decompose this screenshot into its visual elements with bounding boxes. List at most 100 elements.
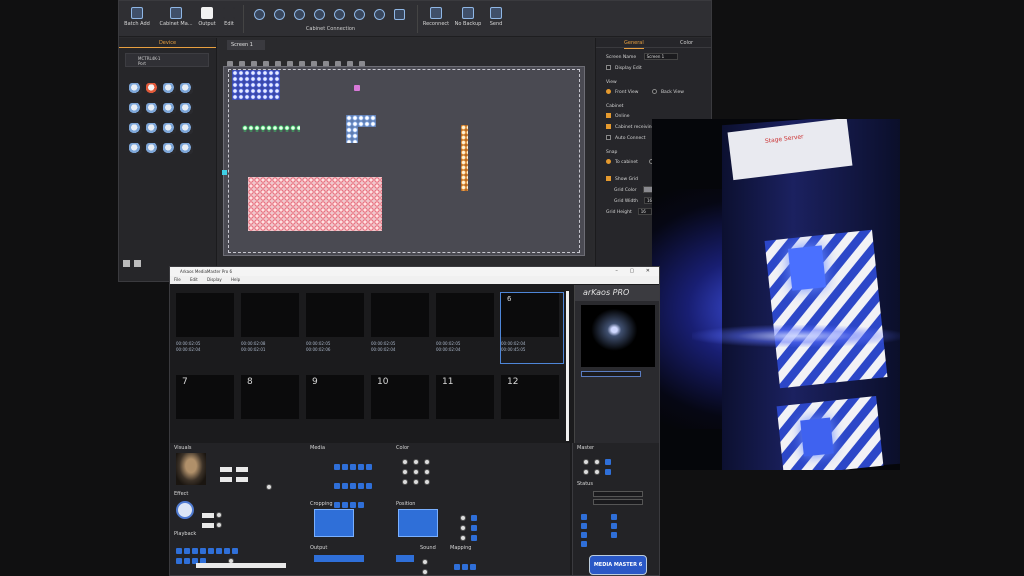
cabinet-manage-button[interactable]: Cabinet Ma...	[159, 7, 193, 33]
menu-display[interactable]: Display	[207, 277, 222, 282]
connect-mode-1-icon[interactable]	[254, 9, 265, 20]
connect-mode-4-icon[interactable]	[314, 9, 325, 20]
position-preview[interactable]	[398, 509, 438, 537]
clip-slot-empty[interactable]: 7	[176, 367, 238, 437]
output-toggle[interactable]	[396, 555, 414, 562]
clip-slot[interactable]: 00:00:02:05 00:00:02:04	[436, 293, 498, 363]
cabinet-icon[interactable]	[180, 143, 193, 154]
add-icon[interactable]	[123, 260, 130, 267]
delete-icon[interactable]	[134, 260, 141, 267]
cabinet-connection-group: Cabinet Connection	[243, 5, 418, 33]
cabinet-icon[interactable]	[163, 143, 176, 154]
connect-undo-icon[interactable]	[394, 9, 405, 20]
effect-icon[interactable]	[176, 501, 194, 519]
device-tree-item[interactable]: MCTRL4K-1 Port	[125, 53, 209, 67]
clip-slot-empty[interactable]: 8	[241, 367, 303, 437]
tab-color[interactable]: Color	[680, 38, 693, 48]
online-checkbox[interactable]	[606, 113, 611, 118]
position-controls	[460, 511, 479, 541]
led-cabinet-single[interactable]	[354, 85, 360, 91]
connect-mode-3-icon[interactable]	[294, 9, 305, 20]
canvas-marker	[222, 170, 227, 175]
output-button[interactable]: Output	[197, 7, 217, 33]
cabinet-icon[interactable]	[129, 143, 142, 154]
no-backup-button[interactable]: No Backup	[453, 7, 483, 33]
cabinet-icon[interactable]	[129, 123, 142, 134]
clip-slot[interactable]: 00:00:02:05 00:00:02:04	[371, 293, 433, 363]
connect-mode-7-icon[interactable]	[374, 9, 385, 20]
position-heading: Position	[396, 501, 416, 507]
window-title-bar: Arkaos MediaMaster Pro 6 – ▢ ✕	[170, 267, 659, 276]
effect-param-field[interactable]	[202, 523, 214, 528]
device-tab[interactable]: Device	[119, 38, 216, 48]
connect-mode-5-icon[interactable]	[334, 9, 345, 20]
send-button[interactable]: Send	[487, 7, 505, 33]
display-edit-checkbox[interactable]	[606, 65, 611, 70]
led-cabinet-column[interactable]	[461, 125, 468, 191]
cabinet-icon[interactable]	[180, 83, 193, 94]
clip-slot[interactable]: 00:00:02:08 00:00:02:01	[241, 293, 303, 363]
cabinet-icon[interactable]	[163, 83, 176, 94]
led-cabinet-l-shape[interactable]	[346, 115, 376, 127]
led-cabinet-l-shape[interactable]	[346, 127, 358, 143]
backup-icon	[462, 7, 474, 19]
clip-bank-scrollbar[interactable]	[566, 291, 569, 441]
cabinet-icon[interactable]	[180, 103, 193, 114]
connect-mode-2-icon[interactable]	[274, 9, 285, 20]
led-cabinet-block[interactable]	[232, 70, 280, 100]
sound-volume-knob[interactable]	[422, 559, 428, 565]
output-selector[interactable]	[314, 555, 364, 562]
clip-thumbnail	[371, 293, 429, 337]
snap-cabinet-radio[interactable]	[606, 159, 611, 164]
visual-param-field[interactable]	[220, 477, 232, 482]
visual-reset-icon[interactable]	[266, 484, 272, 490]
menu-edit[interactable]: Edit	[190, 277, 198, 282]
display-edit-row[interactable]: Display Edit	[596, 63, 711, 74]
auto-connect-checkbox[interactable]	[606, 135, 611, 140]
batch-add-button[interactable]: Batch Add	[123, 7, 151, 33]
clip-slot[interactable]: 00:00:02:05 00:00:02:06	[306, 293, 368, 363]
clip-slot-empty[interactable]: 12	[501, 367, 563, 437]
cabinet-icon[interactable]	[163, 123, 176, 134]
menu-file[interactable]: File	[174, 277, 181, 282]
grid-height-field[interactable]: 16	[637, 208, 652, 215]
connect-mode-6-icon[interactable]	[354, 9, 365, 20]
cabinet-icon[interactable]	[146, 103, 159, 114]
screen-canvas[interactable]	[222, 66, 585, 256]
clip-slot-selected[interactable]: 6 00:00:02:04 00:00:45:05	[500, 292, 564, 364]
edit-icon	[223, 7, 235, 19]
playback-speed-slider[interactable]	[196, 563, 286, 568]
visual-thumbnail[interactable]	[176, 453, 206, 485]
cabinet-icon[interactable]	[180, 123, 193, 134]
clip-thumbnail	[241, 293, 299, 337]
led-cabinet-strip[interactable]	[242, 125, 300, 132]
clip-slot-empty[interactable]: 11	[436, 367, 498, 437]
master-controls	[583, 455, 613, 475]
menu-help[interactable]: Help	[231, 277, 240, 282]
cabinet-icon[interactable]	[146, 83, 159, 94]
cabinet-icon[interactable]	[146, 123, 159, 134]
show-grid-checkbox[interactable]	[606, 176, 611, 181]
tab-general[interactable]: General	[624, 38, 644, 49]
clip-slot-empty[interactable]: 9	[306, 367, 368, 437]
preview-selector[interactable]	[581, 371, 641, 377]
cabinet-icon[interactable]	[129, 83, 142, 94]
reconnect-button[interactable]: Reconnect	[419, 7, 453, 33]
screen-name-field[interactable]: Screen 1	[643, 53, 678, 60]
cabinet-icon[interactable]	[129, 103, 142, 114]
window-controls[interactable]: – ▢ ✕	[615, 267, 655, 276]
cabinet-connection-label: Cabinet Connection	[305, 26, 356, 32]
visual-param-field[interactable]	[236, 477, 248, 482]
cropping-preview[interactable]	[314, 509, 354, 537]
cabinet-icon[interactable]	[146, 143, 159, 154]
front-view-radio[interactable]	[606, 89, 611, 94]
clip-slot[interactable]: 00:00:02:05 00:00:02:04	[176, 293, 238, 363]
clip-slot-empty[interactable]: 10	[371, 367, 433, 437]
sound-pan-knob[interactable]	[422, 569, 428, 575]
cabinet-icon[interactable]	[163, 103, 176, 114]
tab-screen-1[interactable]: Screen 1	[227, 40, 265, 50]
cabinet-receiving-checkbox[interactable]	[606, 124, 611, 129]
led-cabinet-large-block[interactable]	[248, 177, 382, 231]
edit-button[interactable]: Edit	[221, 7, 237, 33]
back-view-radio[interactable]	[651, 89, 657, 94]
